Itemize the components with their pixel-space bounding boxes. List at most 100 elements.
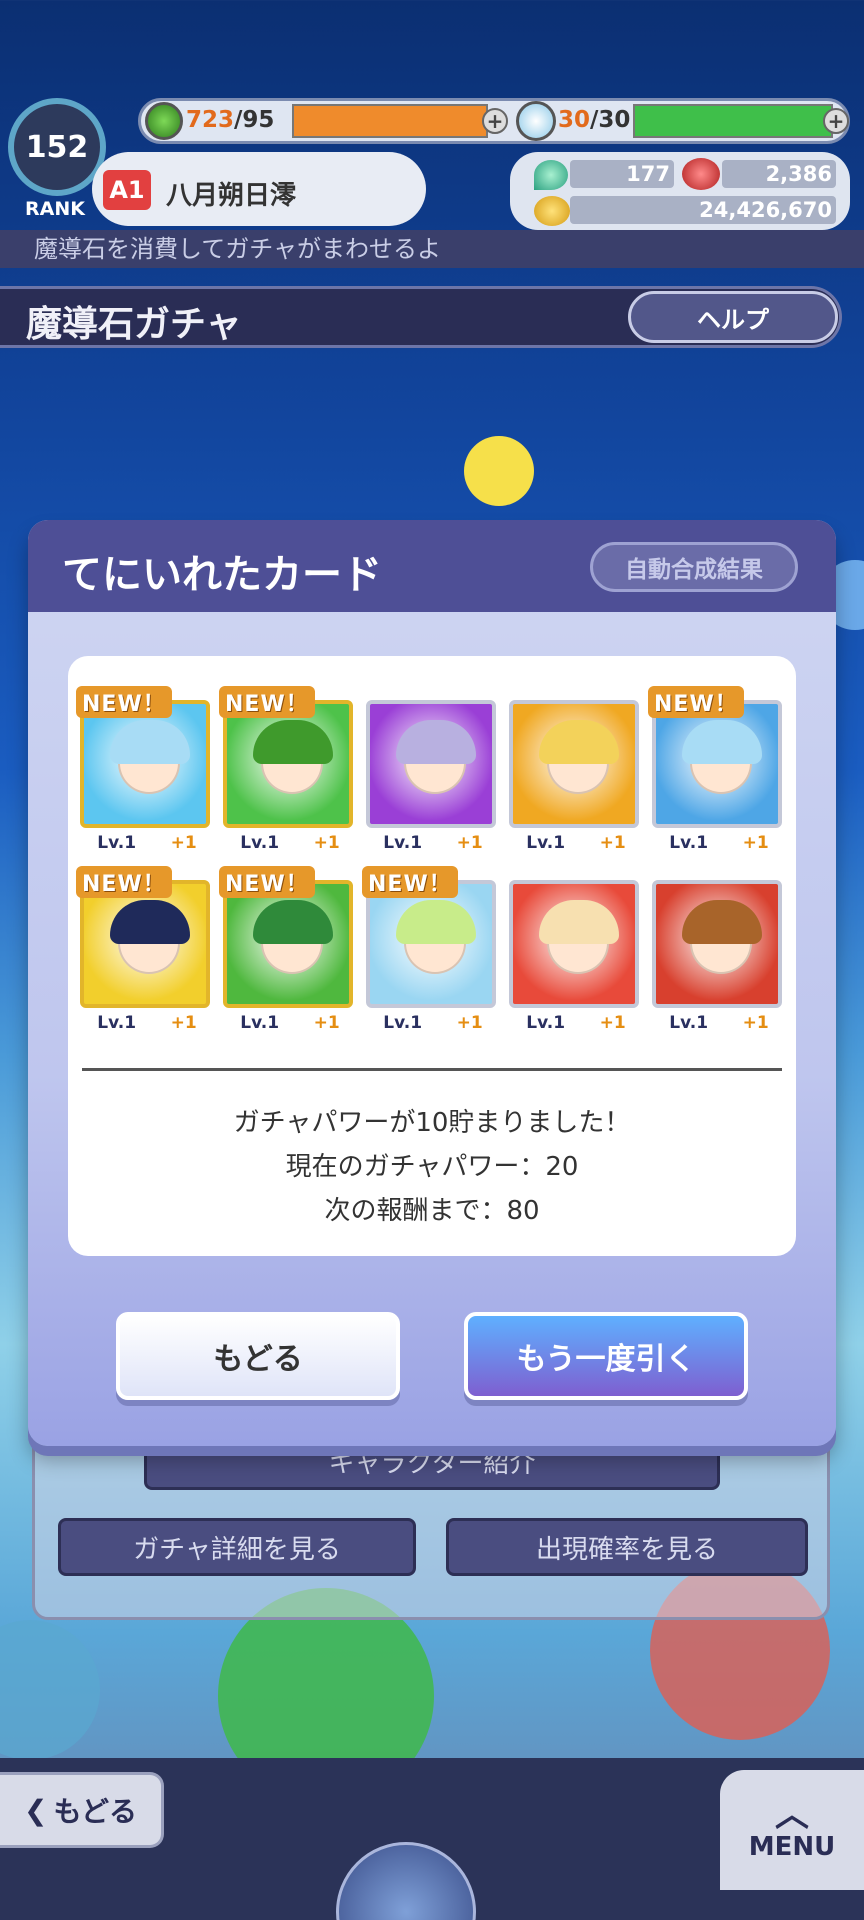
- card-level-row: Lv.1 +1: [652, 1010, 786, 1036]
- rank-badge: 152: [8, 98, 106, 196]
- add-stamina-button[interactable]: +: [482, 108, 508, 134]
- card-level-row: Lv.1 +1: [366, 1010, 500, 1036]
- stamina-bar: [292, 104, 488, 138]
- character-hair: [396, 720, 476, 764]
- bg-bubble-yellow: [464, 436, 534, 506]
- new-badge: NEW！: [219, 686, 315, 718]
- card-item[interactable]: Lv.1 +1: [366, 688, 500, 856]
- stamina-current: 723: [186, 107, 235, 133]
- card-level-row: Lv.1 +1: [80, 1010, 214, 1036]
- card-item[interactable]: Lv.1 +1 NEW！: [362, 866, 500, 1036]
- nav-back-label: もどる: [53, 1795, 137, 1828]
- card-item[interactable]: Lv.1 +1: [509, 868, 643, 1036]
- potion-icon: [516, 101, 556, 141]
- card-portrait: [652, 880, 782, 1008]
- potion-bar: [633, 104, 833, 138]
- character-hair: [539, 720, 619, 764]
- back-button[interactable]: もどる: [116, 1312, 400, 1400]
- potion-current: 30: [558, 107, 591, 133]
- auto-fusion-result-button[interactable]: 自動合成結果: [590, 542, 798, 592]
- next-reward: 次の報酬まで：80: [324, 1196, 540, 1226]
- coin-count: 24,426,670: [699, 198, 832, 222]
- rank-label: RANK: [25, 198, 85, 220]
- character-hair: [682, 720, 762, 764]
- info-ticker: 魔導石を消費してガチャがまわせるよ: [0, 230, 864, 268]
- card-level: Lv.1: [383, 1013, 423, 1033]
- card-plus: +1: [599, 833, 626, 853]
- card-level-row: Lv.1 +1: [509, 1010, 643, 1036]
- card-level: Lv.1: [383, 833, 423, 853]
- card-portrait: [509, 700, 639, 828]
- card-plus: +1: [742, 833, 769, 853]
- player-name: 八月朔日澪: [166, 181, 297, 211]
- card-plus: +1: [170, 1013, 197, 1033]
- card-plus: +1: [599, 1013, 626, 1033]
- card-level-row: Lv.1 +1: [223, 830, 357, 856]
- pull-again-button[interactable]: もう一度引く: [464, 1312, 748, 1400]
- new-badge: NEW！: [219, 866, 315, 898]
- card-level-row: Lv.1 +1: [366, 830, 500, 856]
- bg-bubble-cyan: [0, 1620, 100, 1760]
- card-item[interactable]: Lv.1 +1: [509, 688, 643, 856]
- menu-label: MENU: [748, 1832, 836, 1862]
- new-badge: NEW！: [362, 866, 458, 898]
- dialog-title: てにいれたカード: [62, 552, 382, 598]
- rates-button[interactable]: 出現確率を見る: [446, 1518, 808, 1576]
- nav-back-button[interactable]: ❮ もどる: [0, 1772, 164, 1848]
- card-plus: +1: [313, 1013, 340, 1033]
- card-portrait: [509, 880, 639, 1008]
- character-hair: [253, 900, 333, 944]
- character-hair: [110, 900, 190, 944]
- card-item[interactable]: Lv.1 +1 NEW！: [219, 686, 357, 856]
- character-hair: [539, 900, 619, 944]
- card-level: Lv.1: [526, 1013, 566, 1033]
- gacha-detail-button[interactable]: ガチャ詳細を見る: [58, 1518, 416, 1576]
- card-level: Lv.1: [240, 833, 280, 853]
- card-level: Lv.1: [669, 1013, 709, 1033]
- card-portrait: [366, 880, 496, 1008]
- card-portrait: [223, 880, 353, 1008]
- card-plus: +1: [456, 833, 483, 853]
- character-hair: [396, 900, 476, 944]
- help-button[interactable]: ヘルプ: [628, 291, 838, 343]
- gem-count: 177: [626, 162, 670, 186]
- card-item[interactable]: Lv.1 +1 NEW！: [219, 866, 357, 1036]
- card-level: Lv.1: [526, 833, 566, 853]
- card-portrait: [80, 700, 210, 828]
- meat-count: 2,386: [765, 162, 832, 186]
- stamina-max: /95: [234, 107, 275, 133]
- new-badge: NEW！: [648, 686, 744, 718]
- new-badge: NEW！: [76, 866, 172, 898]
- character-hair: [110, 720, 190, 764]
- divider: [82, 1068, 782, 1071]
- card-plus: +1: [742, 1013, 769, 1033]
- card-item[interactable]: Lv.1 +1 NEW！: [648, 686, 786, 856]
- card-portrait: [366, 700, 496, 828]
- add-potion-button[interactable]: +: [823, 108, 849, 134]
- card-item[interactable]: Lv.1 +1 NEW！: [76, 686, 214, 856]
- card-plus: +1: [313, 833, 340, 853]
- character-hair: [682, 900, 762, 944]
- card-level-row: Lv.1 +1: [652, 830, 786, 856]
- stamina-text: 723/95: [186, 107, 274, 133]
- rank-value: 152: [25, 129, 89, 165]
- card-level: Lv.1: [97, 833, 137, 853]
- card-plus: +1: [170, 833, 197, 853]
- card-item[interactable]: Lv.1 +1: [652, 868, 786, 1036]
- chevron-left-icon: ❮: [24, 1793, 48, 1827]
- card-level-row: Lv.1 +1: [80, 830, 214, 856]
- card-level: Lv.1: [669, 833, 709, 853]
- chevron-up-icon: ︿: [775, 1795, 809, 1835]
- coin-icon: [534, 196, 570, 226]
- card-level-row: Lv.1 +1: [509, 830, 643, 856]
- meat-icon: [682, 158, 720, 190]
- gem-icon: [534, 160, 568, 190]
- menu-button[interactable]: ︿ MENU: [720, 1770, 864, 1890]
- card-portrait: [80, 880, 210, 1008]
- gacha-title: 魔導石ガチャ: [26, 304, 242, 345]
- character-hair: [253, 720, 333, 764]
- card-level: Lv.1: [240, 1013, 280, 1033]
- class-badge: A1: [103, 170, 151, 210]
- gacha-power-gained: ガチャパワーが10貯まりました！: [233, 1108, 631, 1138]
- card-item[interactable]: Lv.1 +1 NEW！: [76, 866, 214, 1036]
